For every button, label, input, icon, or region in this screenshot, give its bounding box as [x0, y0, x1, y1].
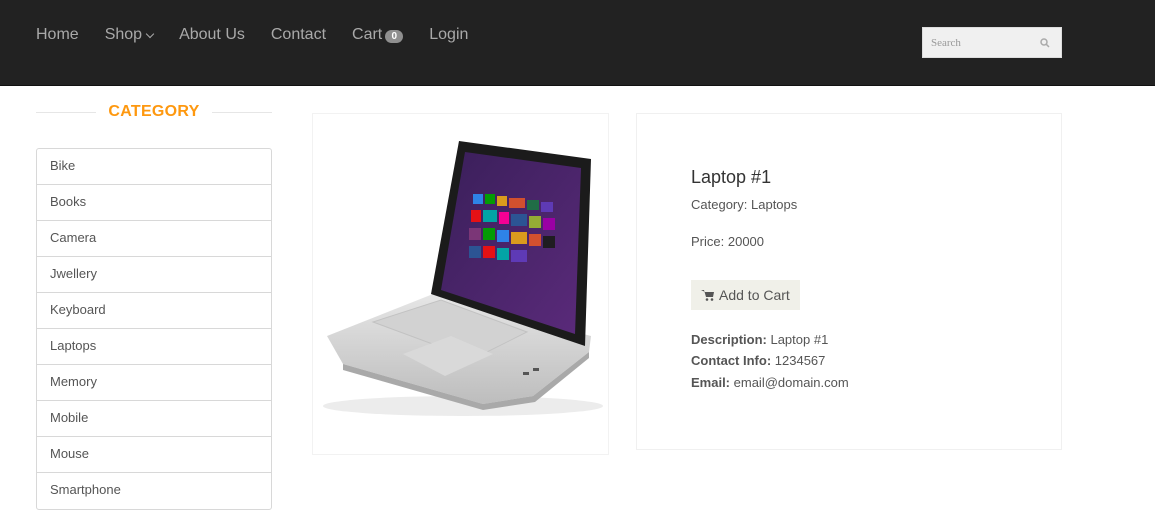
main-nav: Home Shop About Us Contact Cart 0 Login — [36, 26, 494, 44]
top-navbar: Home Shop About Us Contact Cart 0 Login — [0, 0, 1155, 86]
product-image — [312, 113, 609, 455]
add-to-cart-label: Add to Cart — [719, 287, 790, 303]
category-item-books[interactable]: Books — [37, 185, 271, 221]
nav-cart[interactable]: Cart 0 — [352, 26, 404, 44]
nav-home[interactable]: Home — [36, 26, 79, 44]
nav-contact-label: Contact — [270, 26, 327, 43]
cart-count-badge: 0 — [385, 29, 404, 43]
nav-login-label: Login — [429, 26, 469, 43]
product-price: Price: 20000 — [691, 234, 764, 249]
category-list: Bike Books Camera Jwellery Keyboard Lapt… — [36, 148, 272, 510]
nav-cart-label: Cart — [352, 26, 383, 43]
nav-shop-label: Shop — [104, 26, 143, 43]
nav-contact[interactable]: Contact — [271, 26, 326, 44]
category-item-laptops[interactable]: Laptops — [37, 329, 271, 365]
nav-about[interactable]: About Us — [179, 26, 245, 44]
category-item-mouse[interactable]: Mouse — [37, 437, 271, 473]
nav-shop[interactable]: Shop — [104, 26, 155, 44]
category-item-bike[interactable]: Bike — [37, 149, 271, 185]
description-value: Laptop #1 — [770, 332, 829, 347]
category-item-camera[interactable]: Camera — [37, 221, 271, 257]
product-category-label: Category: — [691, 197, 748, 212]
product-description: Description: Laptop #1 — [691, 332, 828, 347]
category-heading: CATEGORY — [36, 101, 272, 123]
product-email: Email: email@domain.com — [691, 375, 849, 390]
chevron-down-icon — [145, 29, 155, 38]
product-details: Laptop #1 Category: Laptops Price: 20000… — [636, 113, 1062, 450]
search-input[interactable] — [923, 28, 1033, 57]
add-to-cart-button[interactable]: Add to Cart — [691, 280, 800, 310]
product-name: Laptop #1 — [691, 167, 772, 187]
email-value: email@domain.com — [733, 375, 849, 390]
contact-label: Contact Info: — [691, 353, 772, 368]
product-price-value: 20000 — [727, 234, 765, 249]
product-category-value: Laptops — [751, 197, 798, 212]
category-item-mobile[interactable]: Mobile — [37, 401, 271, 437]
nav-login[interactable]: Login — [429, 26, 468, 44]
category-item-smartphone[interactable]: Smartphone — [37, 473, 271, 509]
search-icon[interactable] — [1040, 38, 1050, 48]
contact-value: 1234567 — [774, 353, 826, 368]
search-box — [922, 27, 1062, 58]
heading-divider-right — [212, 112, 272, 113]
shopping-cart-icon — [701, 290, 714, 301]
description-label: Description: — [691, 332, 767, 347]
nav-home-label: Home — [36, 26, 79, 43]
nav-about-label: About Us — [179, 26, 245, 43]
category-item-memory[interactable]: Memory — [37, 365, 271, 401]
product-contact: Contact Info: 1234567 — [691, 353, 825, 368]
product-price-label: Price: — [691, 234, 725, 249]
product-category: Category: Laptops — [691, 197, 797, 212]
category-item-keyboard[interactable]: Keyboard — [37, 293, 271, 329]
email-label: Email: — [691, 375, 731, 390]
laptop-image — [323, 141, 603, 416]
category-item-jwellery[interactable]: Jwellery — [37, 257, 271, 293]
